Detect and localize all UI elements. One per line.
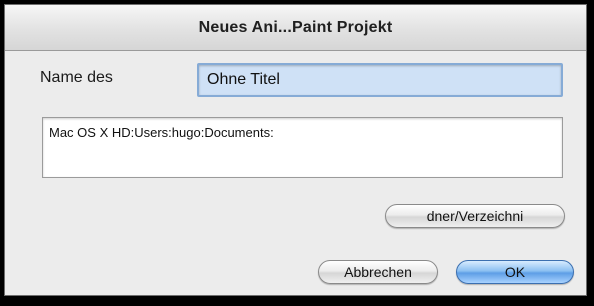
ok-button[interactable]: OK (456, 260, 574, 284)
choose-folder-label: dner/Verzeichni (426, 208, 524, 224)
choose-folder-button[interactable]: dner/Verzeichni (385, 204, 565, 228)
path-display: Mac OS X HD:Users:hugo:Documents: (42, 117, 563, 178)
title-bar[interactable]: Neues Ani...Paint Projekt (5, 5, 586, 51)
name-input-value: Ohne Titel (207, 71, 280, 88)
ok-label: OK (504, 264, 526, 280)
path-text: Mac OS X HD:Users:hugo:Documents: (49, 125, 274, 140)
window-title: Neues Ani...Paint Projekt (198, 18, 393, 36)
cancel-label: Abbrechen (344, 264, 412, 280)
dialog-window: Neues Ani...Paint Projekt Name des Ohne … (4, 4, 587, 296)
name-input[interactable]: Ohne Titel (197, 63, 563, 97)
cancel-button[interactable]: Abbrechen (318, 260, 438, 284)
name-label: Name des (40, 69, 113, 86)
